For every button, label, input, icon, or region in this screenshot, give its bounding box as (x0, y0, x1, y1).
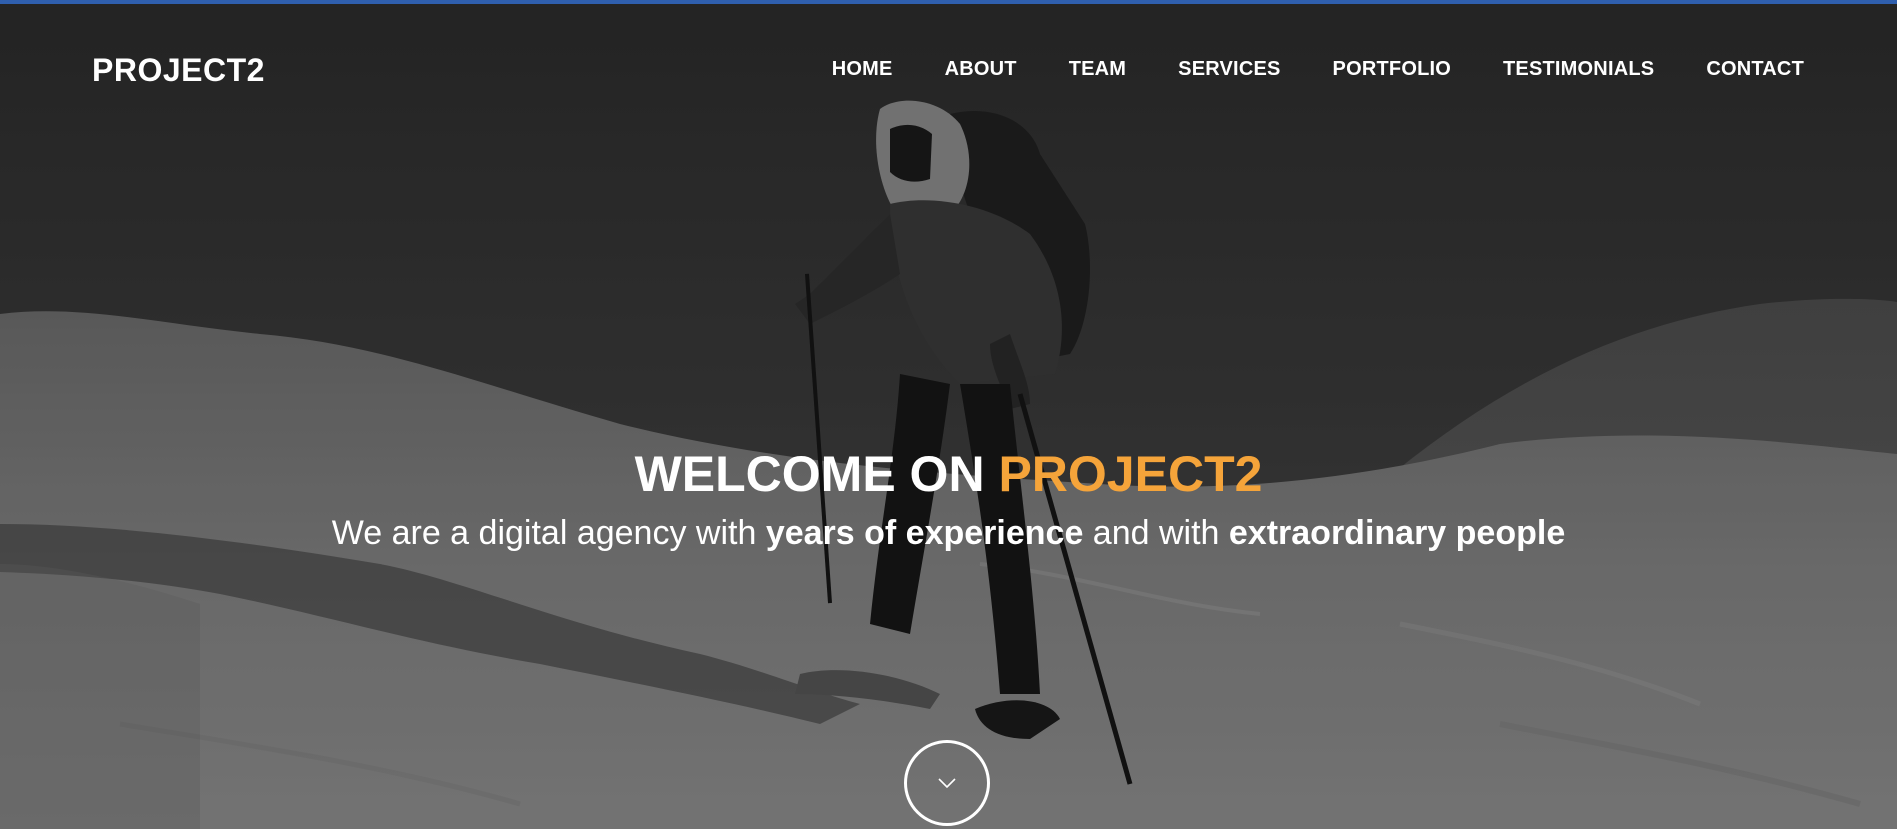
tagline-bold-2: extraordinary people (1228, 514, 1566, 552)
tagline-part-1: We are a digital agency with (331, 514, 766, 552)
brand-logo[interactable]: PROJECT2 (92, 52, 265, 89)
nav-link-team[interactable]: TEAM (1069, 58, 1126, 80)
nav-item-portfolio: PORTFOLIO (1333, 58, 1451, 81)
nav-link-home[interactable]: HOME (832, 58, 893, 80)
browser-top-accent-bar (0, 0, 1897, 4)
nav-link-contact[interactable]: CONTACT (1706, 58, 1804, 80)
nav-link-services[interactable]: SERVICES (1178, 58, 1280, 80)
hero-headline-prefix: WELCOME ON (634, 445, 999, 502)
nav-link-testimonials[interactable]: TESTIMONIALS (1503, 58, 1654, 80)
nav-item-about: ABOUT (945, 58, 1017, 81)
nav-link-portfolio[interactable]: PORTFOLIO (1333, 58, 1451, 80)
nav-item-testimonials: TESTIMONIALS (1503, 58, 1654, 81)
nav-item-team: TEAM (1069, 58, 1126, 81)
tagline-bold-1: years of experience (765, 514, 1084, 552)
nav-item-contact: CONTACT (1706, 58, 1804, 81)
chevron-down-icon (938, 778, 956, 789)
hero-headline: WELCOME ON PROJECT2 (0, 444, 1897, 504)
hero-headline-accent: PROJECT2 (998, 445, 1263, 502)
top-navbar: PROJECT2 HOME ABOUT TEAM SERVICES PORTFO… (0, 4, 1897, 139)
main-nav: HOME ABOUT TEAM SERVICES PORTFOLIO TESTI… (780, 58, 1804, 81)
nav-link-about[interactable]: ABOUT (945, 58, 1017, 80)
tagline-part-2: and with (1083, 514, 1229, 552)
scroll-down-button[interactable] (904, 740, 990, 826)
nav-item-home: HOME (832, 58, 893, 81)
hero-tagline: We are a digital agency with years of ex… (0, 514, 1897, 553)
nav-item-services: SERVICES (1178, 58, 1280, 81)
